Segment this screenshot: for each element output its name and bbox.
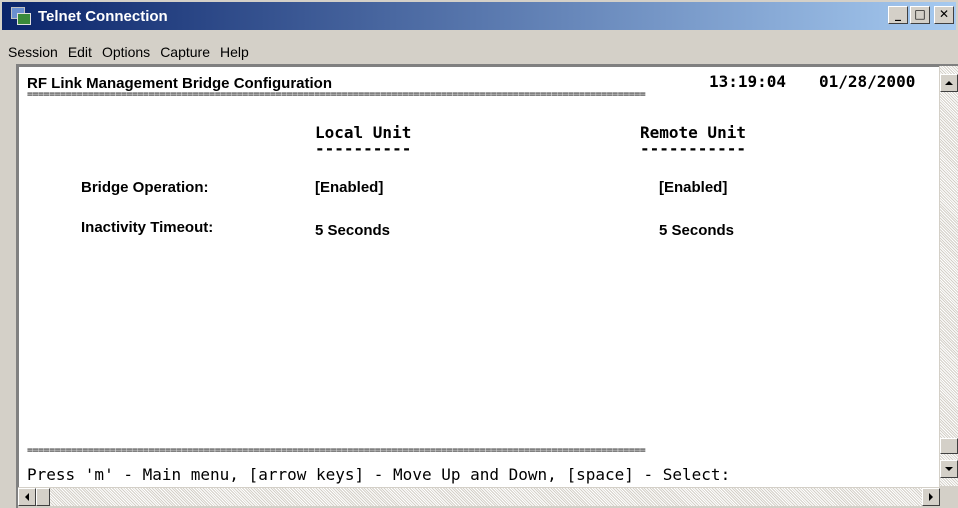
menu-capture[interactable]: Capture	[154, 42, 214, 62]
inactivity-timeout-local-value[interactable]: 5 Seconds	[315, 222, 390, 239]
arrow-up-icon	[945, 81, 953, 85]
vertical-scrollbar[interactable]	[940, 66, 958, 486]
title-bar[interactable]: Telnet Connection _ □ ✕	[2, 2, 956, 30]
menu-options[interactable]: Options	[96, 42, 154, 62]
menu-edit[interactable]: Edit	[62, 42, 96, 62]
scroll-up-button[interactable]	[940, 74, 958, 92]
window-title: Telnet Connection	[38, 7, 168, 25]
arrow-left-icon	[25, 493, 29, 501]
menu-bar: Session Edit Options Capture Help	[2, 42, 253, 62]
telnet-window: Telnet Connection _ □ ✕ Session Edit Opt…	[0, 0, 958, 508]
telnet-app-icon[interactable]	[10, 6, 31, 26]
horizontal-scroll-thumb[interactable]	[36, 488, 50, 506]
maximize-button[interactable]: □	[910, 6, 930, 24]
menu-help[interactable]: Help	[214, 42, 253, 62]
vertical-scroll-thumb[interactable]	[940, 438, 958, 454]
arrow-right-icon	[929, 493, 933, 501]
bridge-operation-label: Bridge Operation:	[81, 179, 209, 196]
scroll-right-button[interactable]	[922, 488, 940, 506]
inactivity-timeout-label: Inactivity Timeout:	[81, 219, 214, 236]
inactivity-timeout-remote-value[interactable]: 5 Seconds	[659, 222, 734, 239]
remote-unit-underline: -----------	[640, 139, 746, 158]
bridge-operation-local-value[interactable]: [Enabled]	[315, 179, 383, 196]
scroll-left-button[interactable]	[18, 488, 36, 506]
scroll-down-button[interactable]	[940, 460, 958, 478]
local-unit-underline: ----------	[315, 139, 412, 158]
arrow-down-icon	[945, 467, 953, 471]
horizontal-scrollbar[interactable]	[18, 488, 940, 506]
terminal-screen[interactable]: RF Link Management Bridge Configuration …	[18, 66, 939, 487]
footer-separator: ========================================…	[27, 445, 646, 456]
minimize-button[interactable]: _	[888, 6, 908, 24]
footer-help-text: Press 'm' - Main menu, [arrow keys] - Mo…	[27, 465, 731, 484]
menu-session[interactable]: Session	[2, 42, 62, 62]
header-separator: ========================================…	[27, 89, 646, 100]
close-button[interactable]: ✕	[934, 6, 954, 24]
bridge-operation-remote-value[interactable]: [Enabled]	[659, 179, 727, 196]
